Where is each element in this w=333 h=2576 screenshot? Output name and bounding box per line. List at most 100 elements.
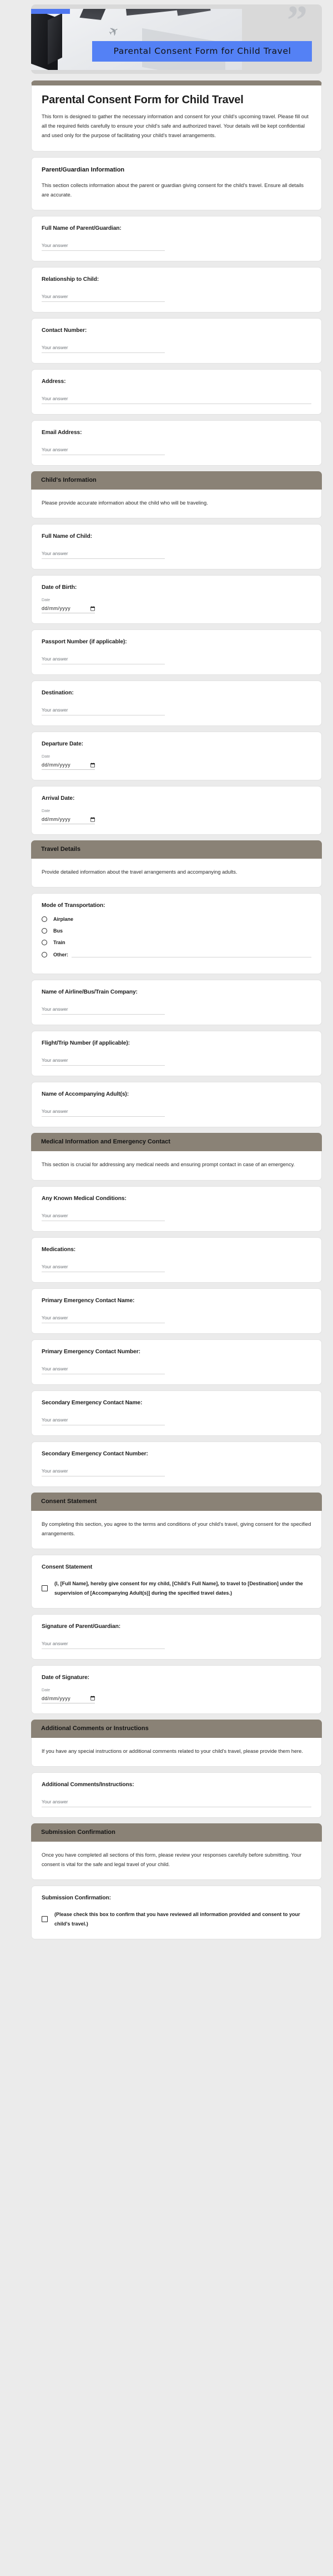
date-input-date-of-birth-value: dd/mm/yyyy	[42, 606, 71, 612]
section-title-additional-comments-or-instructions: Additional Comments or Instructions	[41, 1725, 149, 1732]
answer-input-destination[interactable]: Your answer	[42, 707, 165, 716]
answer-input-name-of-airline-bus-train-company[interactable]: Your answer	[42, 1006, 165, 1015]
question-card-additional-comments-instructions: Additional Comments/Instructions: Your an…	[31, 1772, 322, 1818]
date-input-arrival-date[interactable]: dd/mm/yyyy	[42, 816, 95, 825]
date-input-departure-date[interactable]: dd/mm/yyyy	[42, 762, 95, 770]
section-title-parent-guardian-information: Parent/Guardian Information	[42, 166, 125, 173]
section-description-travel-details: Provide detailed information about the t…	[42, 869, 238, 875]
checkbox-row-submission-confirmation[interactable]: (Please check this box to confirm that y…	[42, 1910, 311, 1929]
question-card-submission-confirmation: Submission Confirmation: (Please check th…	[31, 1886, 322, 1939]
answer-input-secondary-emergency-contact-number[interactable]: Your answer	[42, 1468, 165, 1476]
question-label-primary-emergency-contact-number: Primary Emergency Contact Number:	[42, 1348, 140, 1355]
question-card-name-of-accompanying-adult-s: Name of Accompanying Adult(s): Your answe…	[31, 1082, 322, 1128]
question-label-contact-number: Contact Number:	[42, 327, 87, 334]
section-description-card-additional-comments-or-instructions: If you have any special instructions or …	[31, 1737, 322, 1767]
answer-input-additional-comments-instructions[interactable]: Your answer	[42, 1799, 311, 1807]
question-label-name-of-airline-bus-train-company: Name of Airline/Bus/Train Company:	[42, 989, 138, 996]
section-description-consent-statement: By completing this section, you agree to…	[42, 1521, 311, 1536]
section-description-card-child-s-information: Please provide accurate information abou…	[31, 489, 322, 519]
question-card-full-name-of-parent-guardian: Full Name of Parent/Guardian: Your answer	[31, 215, 322, 261]
question-card-email-address: Email Address: Your answer	[31, 420, 322, 466]
question-label-secondary-emergency-contact-number: Secondary Emergency Contact Number:	[42, 1450, 148, 1457]
question-card-any-known-medical-conditions: Any Known Medical Conditions: Your answer	[31, 1186, 322, 1232]
answer-input-relationship-to-child[interactable]: Your answer	[42, 294, 165, 302]
question-label-submission-confirmation: Submission Confirmation:	[42, 1895, 111, 1902]
banner-accent-strip	[31, 9, 70, 14]
section-title-child-s-information: Child's Information	[41, 476, 97, 483]
section-description-additional-comments-or-instructions: If you have any special instructions or …	[42, 1748, 303, 1754]
question-card-date-of-signature: Date of Signature: Date dd/mm/yyyy	[31, 1665, 322, 1714]
question-label-medications: Medications:	[42, 1246, 76, 1253]
radio-option-airplane[interactable]: Airplane	[42, 916, 311, 922]
section-description-card-submission-confirmation: Once you have completed all sections of …	[31, 1841, 322, 1881]
section-header-additional-comments-or-instructions: Additional Comments or Instructions	[31, 1719, 322, 1738]
form-header-card: Parental Consent Form for Child Travel T…	[31, 80, 322, 152]
radio-label-other: Other:	[53, 951, 68, 957]
radio-label-bus: Bus	[53, 928, 63, 934]
answer-input-name-of-accompanying-adult-s[interactable]: Your answer	[42, 1108, 165, 1117]
calendar-icon[interactable]	[90, 606, 95, 611]
question-card-full-name-of-child: Full Name of Child: Your answer	[31, 524, 322, 570]
checkbox-row-consent-statement[interactable]: (I, [Full Name], hereby give consent for…	[42, 1579, 311, 1598]
building-shape-icon	[175, 9, 211, 16]
radio-circle-icon[interactable]	[42, 928, 47, 934]
section-header-medical-information-and-emergency-contact: Medical Information and Emergency Contac…	[31, 1133, 322, 1152]
form-sections: Parent/Guardian Information This section …	[0, 157, 333, 1939]
question-label-any-known-medical-conditions: Any Known Medical Conditions:	[42, 1195, 127, 1202]
answer-input-primary-emergency-contact-name[interactable]: Your answer	[42, 1315, 165, 1323]
quote-mark-icon: ”	[287, 4, 307, 43]
question-label-address: Address:	[42, 378, 66, 385]
answer-input-email-address[interactable]: Your answer	[42, 447, 165, 455]
answer-input-flight-trip-number-if-applicable[interactable]: Your answer	[42, 1057, 165, 1066]
answer-input-address[interactable]: Your answer	[42, 396, 311, 404]
section-description-card-medical-information-and-emergency-contact: This section is crucial for addressing a…	[31, 1151, 322, 1181]
radio-option-other[interactable]: Other:	[42, 951, 311, 958]
calendar-icon[interactable]	[90, 816, 95, 822]
answer-input-medications[interactable]: Your answer	[42, 1264, 165, 1272]
calendar-icon[interactable]	[90, 1696, 95, 1701]
radio-option-train[interactable]: Train	[42, 940, 311, 946]
radio-option-bus[interactable]: Bus	[42, 928, 311, 934]
building-shape-icon	[79, 9, 112, 20]
date-input-date-of-signature[interactable]: dd/mm/yyyy	[42, 1696, 95, 1703]
answer-input-contact-number[interactable]: Your answer	[42, 345, 165, 353]
other-text-input[interactable]	[72, 951, 311, 958]
checkbox-icon[interactable]	[42, 1585, 48, 1592]
answer-input-primary-emergency-contact-number[interactable]: Your answer	[42, 1366, 165, 1374]
radio-circle-icon[interactable]	[42, 951, 47, 957]
question-card-arrival-date: Arrival Date: Date dd/mm/yyyy	[31, 786, 322, 835]
banner-title: Parental Consent Form for Child Travel	[92, 41, 312, 62]
radio-label-train: Train	[53, 940, 65, 946]
section-description-parent-guardian-information: This section collects information about …	[42, 182, 304, 198]
section-header-submission-confirmation: Submission Confirmation	[31, 1823, 322, 1842]
question-label-consent-statement: Consent Statement	[42, 1564, 93, 1570]
question-label-name-of-accompanying-adult-s: Name of Accompanying Adult(s):	[42, 1091, 129, 1098]
answer-input-signature-of-parent-guardian[interactable]: Your answer	[42, 1641, 165, 1649]
answer-input-full-name-of-parent-guardian[interactable]: Your answer	[42, 243, 165, 251]
question-card-address: Address: Your answer	[31, 369, 322, 415]
date-input-date-of-birth[interactable]: dd/mm/yyyy	[42, 606, 95, 614]
question-card-departure-date: Departure Date: Date dd/mm/yyyy	[31, 732, 322, 781]
answer-input-secondary-emergency-contact-name[interactable]: Your answer	[42, 1417, 165, 1425]
question-label-flight-trip-number-if-applicable: Flight/Trip Number (if applicable):	[42, 1040, 130, 1047]
section-header-travel-details: Travel Details	[31, 840, 322, 859]
radio-group-mode-of-transportation: Airplane Bus Train Other:	[42, 916, 311, 958]
section-description-submission-confirmation: Once you have completed all sections of …	[42, 1852, 302, 1867]
answer-input-full-name-of-child[interactable]: Your answer	[42, 551, 165, 559]
answer-input-passport-number-if-applicable[interactable]: Your answer	[42, 656, 165, 665]
question-card-primary-emergency-contact-name: Primary Emergency Contact Name: Your answ…	[31, 1288, 322, 1334]
question-label-secondary-emergency-contact-name: Secondary Emergency Contact Name:	[42, 1399, 143, 1406]
checkbox-icon[interactable]	[42, 1916, 48, 1923]
radio-circle-icon[interactable]	[42, 940, 47, 946]
question-card-primary-emergency-contact-number: Primary Emergency Contact Number: Your an…	[31, 1339, 322, 1385]
airplane-icon: ✈	[105, 23, 122, 41]
question-card-signature-of-parent-guardian: Signature of Parent/Guardian: Your answer	[31, 1614, 322, 1660]
question-card-passport-number-if-applicable: Passport Number (if applicable): Your ans…	[31, 629, 322, 675]
question-label-primary-emergency-contact-name: Primary Emergency Contact Name:	[42, 1297, 135, 1304]
calendar-icon[interactable]	[90, 762, 95, 768]
date-input-arrival-date-sublabel: Date	[42, 808, 51, 814]
question-card-flight-trip-number-if-applicable: Flight/Trip Number (if applicable): Your …	[31, 1031, 322, 1077]
answer-input-any-known-medical-conditions[interactable]: Your answer	[42, 1213, 165, 1221]
radio-circle-icon[interactable]	[42, 916, 47, 922]
section-description-card-travel-details: Provide detailed information about the t…	[31, 859, 322, 888]
